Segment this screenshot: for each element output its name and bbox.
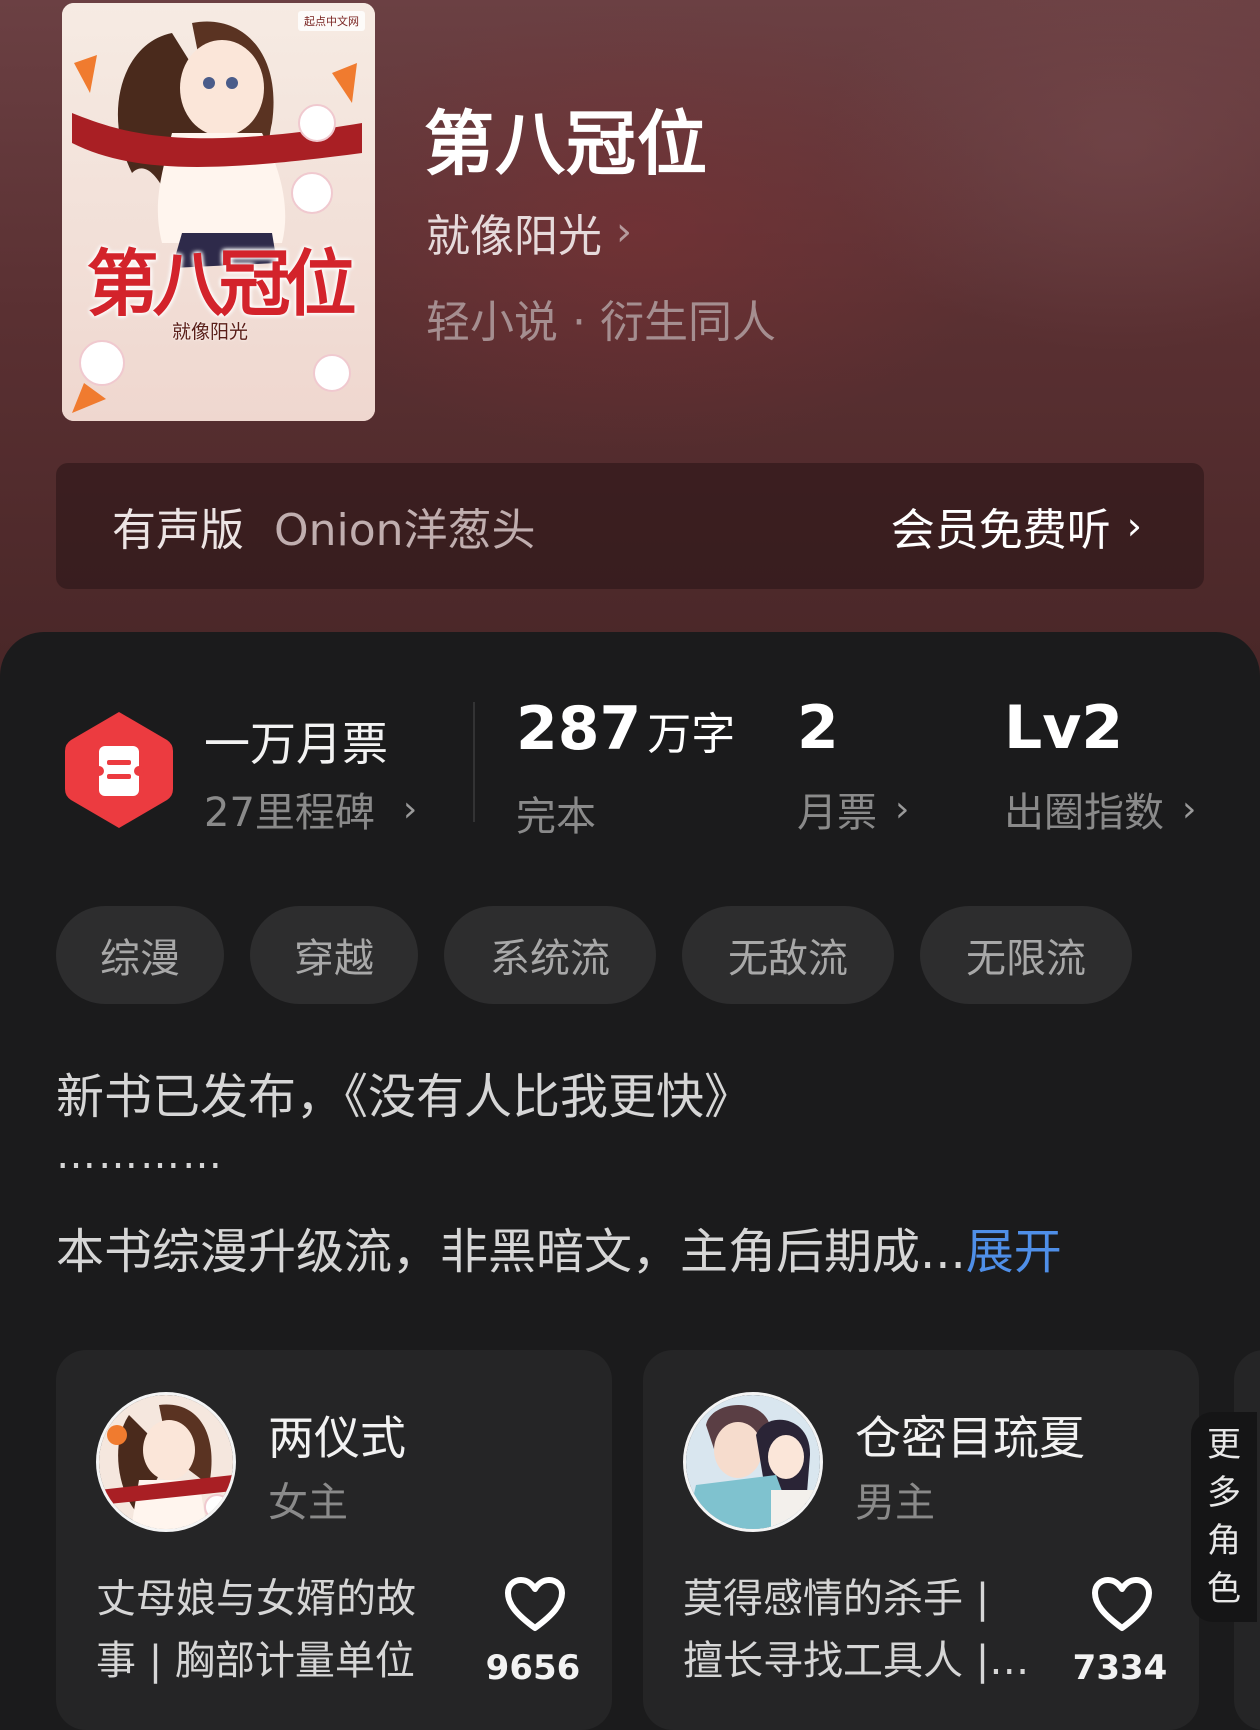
character-name: 仓密目琉夏 bbox=[855, 1411, 1085, 1465]
chevron-right-icon: › bbox=[616, 209, 632, 255]
heart-icon[interactable] bbox=[504, 1576, 566, 1632]
like-count: 9656 bbox=[485, 1648, 581, 1688]
like-count: 7334 bbox=[1072, 1648, 1168, 1688]
cover-publisher-logo: 起点中文网 bbox=[298, 11, 365, 31]
character-role: 女主 bbox=[268, 1480, 348, 1526]
book-detail-panel: 一万月票 27里程碑 › 287 万字 完本 2 月票 › Lv2 出圈指数 › 综漫… bbox=[0, 632, 1260, 1730]
audio-version-bar[interactable]: 有声版 Onion洋葱头 会员免费听 › bbox=[56, 463, 1204, 589]
stats-divider bbox=[473, 702, 475, 822]
audio-label: 有声版 bbox=[112, 505, 244, 556]
more-roles-button[interactable]: 更多角色 bbox=[1191, 1412, 1257, 1622]
more-roles-label: 更多角色 bbox=[1207, 1425, 1241, 1609]
monthly-ticket-stat[interactable]: 2 月票 › bbox=[797, 698, 909, 838]
cover-illustration bbox=[62, 3, 375, 421]
book-title: 第八冠位 bbox=[424, 102, 708, 185]
monthly-ticket-value: 2 bbox=[797, 693, 839, 763]
ticket-milestone-count: 27里程碑 bbox=[204, 790, 375, 836]
chevron-right-icon: › bbox=[402, 788, 418, 830]
tag-chip[interactable]: 系统流 bbox=[444, 906, 656, 1004]
popularity-level-value: Lv2 bbox=[1004, 693, 1124, 763]
ticket-milestone-title[interactable]: 一万月票 bbox=[204, 708, 388, 774]
cover-author-art: 就像阳光 bbox=[172, 321, 249, 343]
word-count-unit: 万字 bbox=[647, 709, 736, 760]
book-genre: 轻小说 · 衍生同人 bbox=[426, 297, 776, 348]
expand-link[interactable]: 展开 bbox=[966, 1224, 1062, 1280]
chevron-right-icon: › bbox=[895, 788, 910, 830]
word-count-value: 287 bbox=[516, 694, 642, 764]
character-description: 丈母娘与女婿的故事 | 胸部计量单位 bbox=[96, 1576, 416, 1684]
character-description: 莫得感情的杀手 | 擅长寻找工具人 |… bbox=[683, 1576, 1030, 1684]
ticket-milestone-link[interactable]: 27里程碑 › bbox=[204, 780, 417, 838]
character-avatar bbox=[96, 1392, 236, 1532]
ticket-icon[interactable] bbox=[63, 708, 175, 832]
chevron-right-icon: › bbox=[1182, 788, 1197, 830]
chevron-right-icon: › bbox=[1126, 504, 1142, 548]
word-count-stat: 287 万字 完本 bbox=[516, 698, 735, 842]
character-name: 两仪式 bbox=[268, 1411, 406, 1465]
tag-list: 综漫 穿越 系统流 无敌流 无限流 bbox=[56, 906, 1158, 1004]
character-avatar bbox=[683, 1392, 823, 1532]
heart-icon[interactable] bbox=[1091, 1576, 1153, 1632]
tag-chip[interactable]: 综漫 bbox=[56, 906, 224, 1004]
tag-chip[interactable]: 无限流 bbox=[920, 906, 1132, 1004]
author-name: 就像阳光 bbox=[426, 211, 602, 262]
book-header: 起点中文网 第八冠位 就像阳光 第八冠位 就像阳光 › 轻小说 · 衍生同人 有… bbox=[0, 0, 1260, 700]
tag-chip[interactable]: 穿越 bbox=[250, 906, 418, 1004]
audio-cta-label: 会员免费听 bbox=[890, 505, 1111, 556]
character-card[interactable]: 两仪式 女主 丈母娘与女婿的故事 | 胸部计量单位 9656 bbox=[56, 1350, 612, 1730]
tag-chip[interactable]: 无敌流 bbox=[682, 906, 894, 1004]
description-line-1: 新书已发布，《没有人比我更快》 bbox=[56, 1069, 753, 1125]
member-free-listen-button[interactable]: 会员免费听 › bbox=[891, 494, 1142, 558]
monthly-ticket-label: 月票 bbox=[797, 790, 877, 836]
cover-title-art: 第八冠位 bbox=[86, 241, 356, 326]
audio-narrator: Onion洋葱头 bbox=[274, 505, 536, 556]
author-link[interactable]: 就像阳光 › bbox=[426, 200, 632, 264]
book-cover[interactable]: 起点中文网 第八冠位 就像阳光 bbox=[62, 3, 375, 421]
description-line-2: 本书综漫升级流，非黑暗文，主角后期成...展开 bbox=[56, 1212, 1062, 1282]
completion-status: 完本 bbox=[516, 794, 596, 840]
character-role: 男主 bbox=[855, 1480, 935, 1526]
character-card[interactable]: 仓密目琉夏 男主 莫得感情的杀手 | 擅长寻找工具人 |… 7334 bbox=[643, 1350, 1199, 1730]
description-dots: ………… bbox=[56, 1132, 224, 1178]
popularity-index-stat[interactable]: Lv2 出圈指数 › bbox=[1004, 698, 1196, 838]
popularity-index-label: 出圈指数 bbox=[1004, 790, 1164, 836]
description-text: 本书综漫升级流，非黑暗文，主角后期成... bbox=[56, 1224, 966, 1280]
